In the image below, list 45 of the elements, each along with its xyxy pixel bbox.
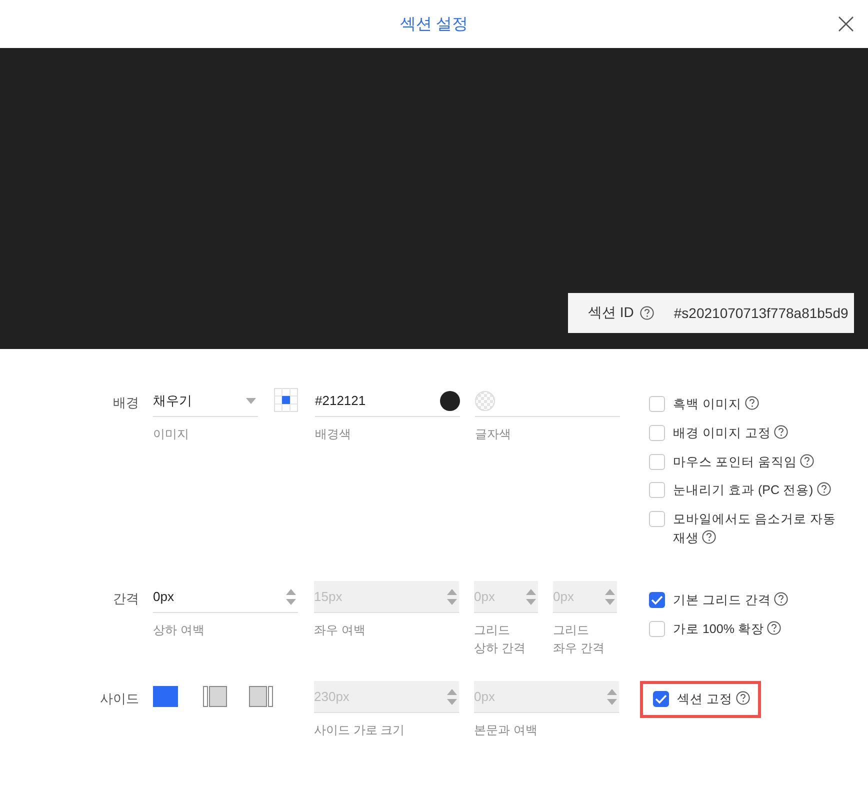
help-icon[interactable] bbox=[736, 691, 750, 705]
help-icon[interactable] bbox=[744, 396, 759, 410]
dialog-title: 섹션 설정 bbox=[400, 14, 468, 34]
section-id-label: 섹션 ID bbox=[588, 304, 634, 322]
left-sidebar-layout-icon[interactable] bbox=[203, 686, 227, 707]
row-label: 사이드 bbox=[99, 690, 139, 708]
option-label: 배경 이미지 고정 bbox=[673, 424, 788, 442]
help-icon[interactable] bbox=[640, 306, 654, 320]
checkbox[interactable] bbox=[653, 691, 669, 707]
close-icon[interactable] bbox=[838, 16, 854, 32]
spinner-icon[interactable] bbox=[286, 588, 296, 604]
field-caption: 그리드 상하 간격 bbox=[474, 622, 526, 657]
option-label: 모바일에서도 음소거로 자동 재생 bbox=[673, 511, 837, 547]
help-icon[interactable] bbox=[767, 620, 782, 635]
row-label: 간격 bbox=[112, 590, 139, 608]
help-icon[interactable] bbox=[702, 530, 716, 544]
help-icon[interactable] bbox=[774, 592, 788, 606]
option-label: 가로 100% 확장 bbox=[673, 620, 782, 638]
field-caption: 이미지 bbox=[153, 426, 190, 443]
color-field[interactable]: #212121 bbox=[315, 385, 460, 417]
field-caption: 배경색 bbox=[315, 426, 352, 443]
transparent-swatch[interactable] bbox=[475, 390, 495, 410]
field-caption: 본문과 여백 bbox=[474, 722, 538, 739]
option-label: 기본 그리드 간격 bbox=[673, 591, 788, 610]
field-caption: 상하 여백 bbox=[153, 622, 206, 639]
right-sidebar-layout-icon[interactable] bbox=[249, 686, 273, 707]
checkbox[interactable] bbox=[649, 592, 665, 608]
help-icon[interactable] bbox=[774, 424, 788, 439]
option-label: 마우스 포인터 움직임 bbox=[673, 452, 814, 472]
image-picker-icon[interactable] bbox=[274, 388, 298, 412]
option-label: 눈내리기 효과 (PC 전용) bbox=[673, 481, 831, 500]
section-id-value: #s2021070713f778a81b5d9 bbox=[674, 305, 848, 321]
field-caption: 그리드 좌우 간격 bbox=[553, 622, 606, 657]
option-label: 섹션 고정 bbox=[677, 690, 750, 709]
row-label: 배경 bbox=[112, 394, 139, 412]
caret-icon bbox=[246, 398, 256, 404]
field-caption: 사이드 가로 크기 bbox=[314, 722, 406, 739]
help-icon[interactable] bbox=[816, 482, 831, 496]
option-label: 흑백 이미지 bbox=[673, 395, 759, 414]
color-swatch[interactable] bbox=[440, 390, 460, 410]
field-caption: 좌우 여백 bbox=[314, 622, 366, 639]
fill-select[interactable]: 채우기 bbox=[153, 385, 258, 417]
number-field[interactable]: 0px bbox=[153, 581, 298, 613]
field-caption: 글자색 bbox=[475, 426, 512, 443]
help-icon[interactable] bbox=[800, 454, 814, 468]
